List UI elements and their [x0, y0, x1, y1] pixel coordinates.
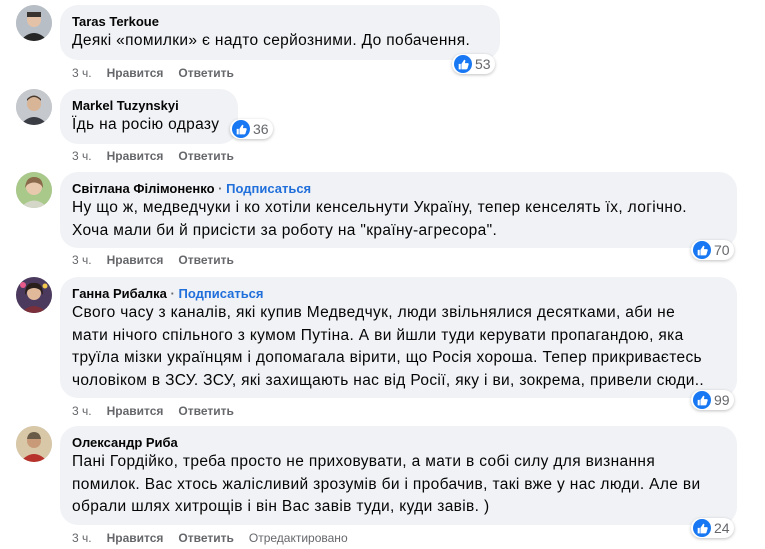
timestamp[interactable]: 3 ч. [72, 66, 92, 80]
comment-text: Пані Гордійко, треба просто не приховува… [72, 453, 701, 515]
timestamp[interactable]: 3 ч. [72, 404, 92, 418]
follow-button[interactable]: Подписаться [179, 286, 264, 301]
avatar[interactable] [16, 277, 52, 313]
comment-text: Ну що ж, медведчуки і ко хотіли кенсельн… [72, 199, 687, 239]
author-name[interactable]: Markel Tuzynskyi [72, 98, 179, 113]
avatar[interactable] [16, 5, 52, 41]
avatar[interactable] [16, 426, 52, 462]
comment-text: Свого часу з каналів, які купив Медведчу… [72, 304, 705, 389]
like-thumb-icon [693, 519, 711, 537]
comment-actions: 3 ч. Нравится Ответить [72, 253, 249, 267]
like-count: 24 [714, 520, 730, 536]
timestamp[interactable]: 3 ч. [72, 253, 92, 267]
comment-text: Деякі «помилки» є надто серйозними. До п… [72, 32, 471, 49]
comment-actions: 3 ч. Нравится Ответить [72, 404, 249, 418]
comment-actions: 3 ч. Нравится Ответить Отредактировано [72, 531, 363, 545]
reply-button[interactable]: Ответить [178, 149, 233, 163]
comment-bubble: Ганна Рибалка · Подписаться Свого часу з… [60, 277, 737, 398]
reaction-count[interactable]: 99 [691, 390, 734, 410]
like-thumb-icon [693, 241, 711, 259]
comment-text: Їдь на росію одразу [72, 116, 220, 133]
reply-button[interactable]: Ответить [178, 531, 233, 545]
comment-bubble: Markel Tuzynskyi Їдь на росію одразу [60, 89, 238, 144]
like-button[interactable]: Нравится [107, 66, 164, 80]
timestamp[interactable]: 3 ч. [72, 149, 92, 163]
like-button[interactable]: Нравится [107, 253, 164, 267]
like-count: 70 [714, 242, 730, 258]
reaction-count[interactable]: 53 [452, 54, 495, 74]
reply-button[interactable]: Ответить [178, 253, 233, 267]
reaction-count[interactable]: 70 [691, 240, 734, 260]
author-name[interactable]: Світлана Філімоненко [72, 181, 215, 196]
like-button[interactable]: Нравится [107, 404, 164, 418]
like-button[interactable]: Нравится [107, 531, 164, 545]
comment-bubble: Taras Terkoue Деякі «помилки» є надто се… [60, 5, 500, 60]
comment-actions: 3 ч. Нравится Ответить [72, 149, 249, 163]
author-name[interactable]: Олександр Риба [72, 435, 178, 450]
like-count: 53 [475, 56, 491, 72]
like-thumb-icon [454, 55, 472, 73]
follow-button[interactable]: Подписаться [226, 181, 311, 196]
like-count: 36 [253, 121, 269, 137]
like-button[interactable]: Нравится [107, 149, 164, 163]
reaction-count[interactable]: 36 [230, 119, 273, 139]
like-count: 99 [714, 392, 730, 408]
comment-bubble: Світлана Філімоненко · Подписаться Ну що… [60, 172, 737, 248]
timestamp[interactable]: 3 ч. [72, 531, 92, 545]
reply-button[interactable]: Ответить [178, 404, 233, 418]
avatar[interactable] [16, 172, 52, 208]
author-name[interactable]: Taras Terkoue [72, 14, 159, 29]
comment-actions: 3 ч. Нравится Ответить [72, 66, 249, 80]
reply-button[interactable]: Ответить [178, 66, 233, 80]
reaction-count[interactable]: 24 [691, 518, 734, 538]
avatar[interactable] [16, 89, 52, 125]
like-thumb-icon [232, 120, 250, 138]
edited-label: Отредактировано [248, 531, 348, 545]
like-thumb-icon [693, 391, 711, 409]
author-name[interactable]: Ганна Рибалка [72, 286, 167, 301]
comment-bubble: Олександр Риба Пані Гордійко, треба прос… [60, 426, 737, 525]
